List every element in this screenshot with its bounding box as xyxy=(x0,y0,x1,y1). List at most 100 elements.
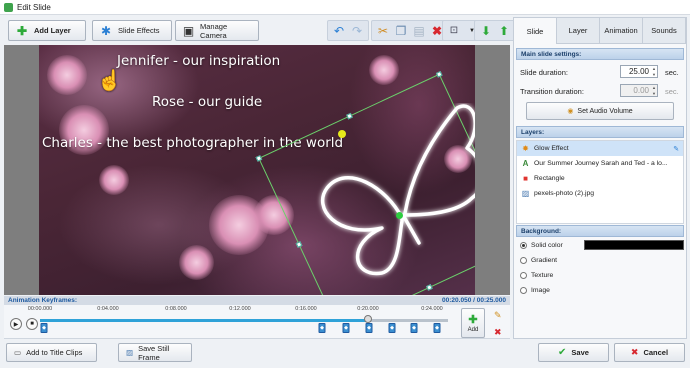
move-down-icon[interactable]: ⬇ xyxy=(479,24,493,38)
manage-camera-button[interactable]: ▣ Manage Camera xyxy=(175,20,259,41)
flower-blossom xyxy=(179,245,214,280)
radio-icon xyxy=(520,287,527,294)
transition-duration-label: Transition duration: xyxy=(520,87,584,96)
rotation-handle[interactable] xyxy=(338,130,346,138)
fit-screen-icon[interactable]: ⊡ xyxy=(447,24,461,38)
layer-order-group: ⬇ ⬆ xyxy=(474,20,516,41)
cancel-button[interactable]: ✖ Cancel xyxy=(614,343,685,362)
layers-header: Layers: xyxy=(516,126,684,138)
layer-item-image[interactable]: ▨ pexels-photo (2).jpg xyxy=(517,186,683,201)
caption-text[interactable]: Rose - our guide xyxy=(152,94,262,110)
spinner-arrows-icon[interactable]: ▲ ▼ xyxy=(652,85,656,97)
cut-icon[interactable]: ✂ xyxy=(376,24,390,38)
flower-blossom xyxy=(47,55,87,95)
add-to-title-clips-button[interactable]: ▭ Add to Title Clips xyxy=(6,343,97,362)
delete-keyframe-icon[interactable]: ✖ xyxy=(494,327,502,338)
image-layer-icon: ▨ xyxy=(521,189,530,198)
spinner-arrows-icon[interactable]: ▲ ▼ xyxy=(652,66,656,78)
keyframe-marker[interactable]: ◆ xyxy=(318,323,326,333)
radio-selected-icon xyxy=(520,242,527,249)
resize-handle[interactable] xyxy=(295,241,303,248)
flower-blossom xyxy=(99,165,129,195)
save-button[interactable]: ✔ Save xyxy=(538,343,609,362)
glow-butterfly-shape[interactable] xyxy=(307,103,475,288)
play-icon: ▶ xyxy=(13,321,19,328)
timeline-track-remaining xyxy=(368,319,448,322)
tab-slide[interactable]: Slide xyxy=(514,18,557,44)
flower-blossom xyxy=(369,55,399,85)
panel-tabs: Slide Layer Animation Sounds xyxy=(514,18,686,44)
tab-layer[interactable]: Layer xyxy=(557,18,600,44)
bg-gradient-radio[interactable]: Gradient xyxy=(520,257,557,264)
move-up-icon[interactable]: ⬆ xyxy=(497,24,511,38)
check-icon: ✔ xyxy=(558,347,567,358)
tick-label: 0:20.000 xyxy=(357,306,379,312)
keyframes-header: Animation Keyframes: 00:20.050 / 00:25.0… xyxy=(4,296,510,305)
keyframe-tools: ✎ ✖ xyxy=(494,310,502,338)
playhead[interactable] xyxy=(364,315,372,323)
set-audio-volume-button[interactable]: ◉ Set Audio Volume xyxy=(526,102,674,120)
edit-icon[interactable]: ✎ xyxy=(673,145,679,153)
keyframe-marker[interactable]: ◆ xyxy=(342,323,350,333)
add-layer-icon: ✚ xyxy=(16,23,28,38)
tab-animation[interactable]: Animation xyxy=(600,18,643,44)
camera-icon: ▣ xyxy=(182,23,195,38)
keyframe-marker[interactable]: ◆ xyxy=(365,323,373,333)
background-header: Background: xyxy=(516,225,684,237)
keyframe-marker[interactable]: ◆ xyxy=(40,323,48,333)
resize-handle[interactable] xyxy=(255,155,263,162)
edit-slide-window: Edit Slide ✚ Add Layer ✱ Slide Effects ▣… xyxy=(0,0,690,368)
slide-duration-input[interactable]: 25.00 ▲ ▼ xyxy=(620,65,658,78)
keyframe-marker[interactable]: ◆ xyxy=(433,323,441,333)
close-icon: ✖ xyxy=(630,347,639,357)
tick-label: 0:12.000 xyxy=(229,306,251,312)
undo-icon[interactable]: ↶ xyxy=(332,24,346,38)
tick-label: 0:16.000 xyxy=(295,306,317,312)
timeline-ruler[interactable]: 00:00.000 0:04.000 0:08.000 0:12.000 0:1… xyxy=(28,306,448,336)
tick-label: 0:08.000 xyxy=(165,306,187,312)
resize-handle[interactable] xyxy=(435,70,443,78)
keyframe-marker[interactable]: ◆ xyxy=(410,323,418,333)
play-button[interactable]: ▶ xyxy=(10,318,22,330)
slide-effects-icon: ✱ xyxy=(100,23,112,38)
stop-button[interactable]: ■ xyxy=(26,318,38,330)
undo-redo-group: ↶ ↷ xyxy=(327,20,369,41)
copy-icon[interactable]: ❐ xyxy=(394,24,408,38)
edit-keyframe-icon[interactable]: ✎ xyxy=(494,310,502,321)
audio-volume-icon: ◉ xyxy=(567,108,574,115)
title-bar: Edit Slide xyxy=(0,0,690,15)
layer-item-text[interactable]: A Our Summer Journey Sarah and Ted - a l… xyxy=(517,156,683,171)
add-layer-button[interactable]: ✚ Add Layer xyxy=(8,20,86,41)
keyframes-timeline: ▶ ■ 00:00.000 0:04.000 0:08.000 0:12.000… xyxy=(4,305,510,339)
transition-duration-input[interactable]: 0.00 ▲ ▼ xyxy=(620,84,658,97)
bg-color-swatch[interactable] xyxy=(584,240,684,250)
layer-item-rectangle[interactable]: ■ Rectangle xyxy=(517,171,683,186)
tab-sounds[interactable]: Sounds xyxy=(643,18,686,44)
tick-label: 0:24.000 xyxy=(421,306,443,312)
caption-text[interactable]: Jennifer - our inspiration xyxy=(117,53,280,69)
transition-duration-unit: sec. xyxy=(665,87,679,96)
keyframe-marker[interactable]: ◆ xyxy=(388,323,396,333)
bg-texture-radio[interactable]: Texture xyxy=(520,272,553,279)
redo-icon[interactable]: ↷ xyxy=(350,24,364,38)
add-keyframe-button[interactable]: ✚ Add xyxy=(461,308,485,338)
layer-item-glow-effect[interactable]: ✸ Glow Effect ✎ xyxy=(517,141,683,156)
toolbar: ✚ Add Layer ✱ Slide Effects ▣ Manage Cam… xyxy=(4,19,516,43)
bg-solid-color-radio[interactable]: Solid color xyxy=(520,242,563,249)
save-still-frame-button[interactable]: ▨ Save Still Frame xyxy=(118,343,192,362)
app-icon xyxy=(4,2,13,12)
paste-icon[interactable]: ▤ xyxy=(412,24,426,38)
keyframes-time: 00:20.050 / 00:25.000 xyxy=(442,297,506,304)
slide-effects-button[interactable]: ✱ Slide Effects xyxy=(92,20,172,41)
title-clips-icon: ▭ xyxy=(14,348,22,357)
window-title: Edit Slide xyxy=(17,2,51,12)
edit-tools-group: ✂ ❐ ▤ ✖ xyxy=(371,20,449,41)
add-icon: ✚ xyxy=(468,314,478,326)
anchor-point[interactable] xyxy=(396,212,403,219)
bg-image-radio[interactable]: Image xyxy=(520,287,550,294)
stop-icon: ■ xyxy=(30,321,34,327)
shape-layer-icon: ■ xyxy=(523,174,528,183)
layers-list: ✸ Glow Effect ✎ A Our Summer Journey Sar… xyxy=(516,140,684,224)
slide-duration-label: Slide duration: xyxy=(520,68,568,77)
picture-icon: ▨ xyxy=(126,348,134,357)
